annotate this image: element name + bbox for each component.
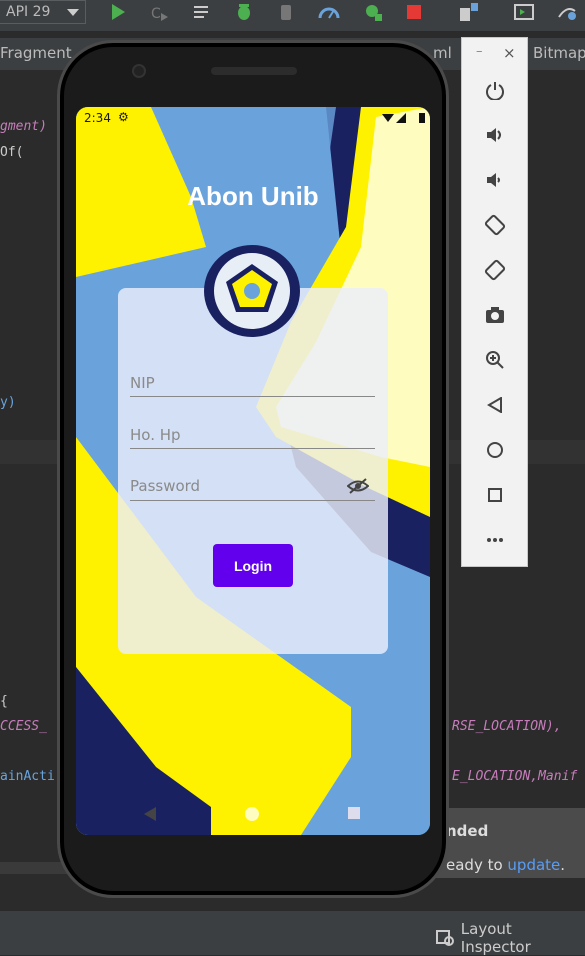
code-line: ainActi	[0, 769, 55, 784]
home-icon[interactable]	[481, 436, 509, 464]
phone-number-input[interactable]: Ho. Hp	[130, 426, 375, 449]
volume-down-icon[interactable]	[481, 166, 509, 194]
power-icon[interactable]	[481, 76, 509, 104]
emulator-controls-panel: – ×	[461, 37, 528, 567]
layout-inspector-icon	[436, 930, 454, 946]
api-level-select[interactable]: API 29	[0, 0, 86, 24]
volume-up-icon[interactable]	[481, 121, 509, 149]
apply-changes-icon[interactable]: C	[148, 2, 170, 22]
rotate-right-icon[interactable]	[481, 256, 509, 284]
password-input[interactable]: Password	[130, 477, 375, 501]
stop-icon[interactable]	[403, 2, 425, 22]
camera-icon[interactable]	[481, 301, 509, 329]
code-line: RSE_LOCATION),	[452, 719, 562, 734]
android-status-bar: 2:34 ⚙	[76, 107, 430, 129]
settings-gear-icon: ⚙	[118, 110, 129, 124]
nip-input[interactable]: NIP	[130, 374, 375, 397]
sync-icon[interactable]	[556, 2, 578, 22]
notice-title: nded	[446, 822, 489, 840]
layout-inspector-label: Layout Inspector	[460, 920, 531, 956]
back-icon[interactable]	[481, 391, 509, 419]
nip-placeholder: NIP	[130, 374, 155, 392]
update-link[interactable]: update	[507, 856, 560, 874]
more-icon[interactable]	[481, 526, 509, 554]
status-time: 2:34	[84, 111, 111, 125]
front-camera	[132, 64, 146, 78]
notice-suffix: .	[560, 856, 566, 874]
rotate-left-icon[interactable]	[481, 211, 509, 239]
debug-icon[interactable]	[233, 2, 255, 22]
login-button[interactable]: Login	[213, 544, 293, 587]
status-bar: Layout Inspector	[0, 910, 585, 956]
apply-code-changes-icon[interactable]	[192, 2, 214, 22]
ide-toolbar: API 29 C	[0, 0, 585, 32]
chevron-down-icon	[67, 8, 79, 16]
close-button[interactable]: ×	[503, 44, 516, 62]
code-line: E_LOCATION,Manif	[452, 769, 578, 784]
phone-speaker	[211, 67, 297, 75]
phone-screen: 2:34 ⚙ Abon Unib NIP Ho. Hp Password Log…	[76, 107, 430, 835]
overview-icon[interactable]	[481, 481, 509, 509]
nav-overview-icon[interactable]	[347, 806, 361, 820]
code-line: CCESS_	[0, 719, 47, 734]
phone-placeholder: Ho. Hp	[130, 426, 181, 444]
password-placeholder: Password	[130, 477, 201, 495]
notice-body: eady to	[446, 856, 508, 874]
code-line: {	[0, 694, 8, 709]
terminal-icon[interactable]	[513, 2, 535, 22]
code-line: y)	[0, 395, 16, 410]
code-line: Of(	[0, 145, 24, 160]
app-title: Abon Unib	[187, 181, 319, 211]
svg-text:C: C	[151, 6, 161, 21]
run-icon[interactable]	[107, 2, 129, 22]
signal-battery-icon	[382, 113, 425, 123]
minimize-button[interactable]: –	[476, 44, 483, 59]
attach-process-icon[interactable]	[362, 2, 384, 22]
logo-badge	[204, 245, 300, 337]
tab-bitmap[interactable]: Bitmap	[533, 44, 585, 62]
nav-home-icon[interactable]	[244, 806, 260, 822]
nav-back-icon[interactable]	[143, 806, 157, 822]
login-card: NIP Ho. Hp Password Login	[118, 288, 388, 654]
android-nav-bar	[76, 797, 430, 835]
tab-fragment[interactable]: Fragment	[0, 44, 72, 62]
eye-off-icon[interactable]	[347, 477, 369, 495]
device-manager-icon[interactable]	[458, 2, 480, 22]
attach-debugger-icon[interactable]	[276, 2, 298, 22]
unib-logo-icon	[214, 253, 290, 329]
profile-icon[interactable]	[318, 2, 340, 22]
layout-inspector-button[interactable]: Layout Inspector	[436, 920, 585, 956]
code-line: gment)	[0, 119, 47, 134]
api-level-label: API 29	[6, 4, 51, 20]
ide-window: API 29 C Fragment ml Bitmap gment) Of(y…	[0, 0, 585, 956]
zoom-icon[interactable]	[481, 346, 509, 374]
